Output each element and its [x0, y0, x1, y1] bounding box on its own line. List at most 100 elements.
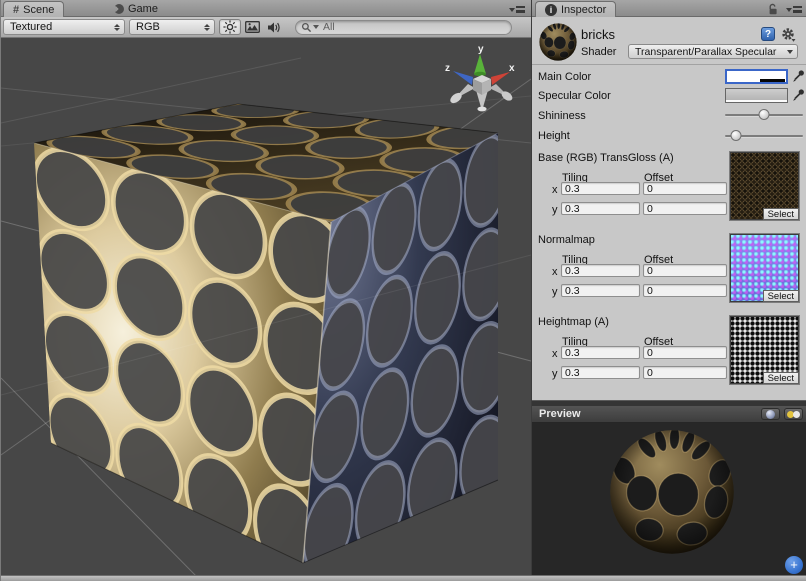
height-slider[interactable]	[725, 129, 803, 143]
scene-panel: # Scene Game Textured RGB	[1, 0, 531, 575]
offset-y-input[interactable]	[643, 202, 727, 215]
offset-y-input[interactable]	[643, 366, 727, 379]
material-name: bricks	[581, 27, 615, 42]
offset-y-input[interactable]	[643, 284, 727, 297]
sun-icon	[223, 20, 237, 34]
draw-mode-label: Textured	[10, 21, 108, 33]
y-axis-label: y	[552, 286, 558, 298]
scene-panel-menu-icon[interactable]	[509, 6, 525, 13]
shininess-label: Shininess	[538, 110, 586, 122]
main-color-swatch[interactable]	[725, 69, 788, 84]
y-axis-label: y	[552, 368, 558, 380]
tab-inspector[interactable]: i Inspector	[535, 1, 616, 17]
select-button[interactable]: Select	[763, 290, 799, 302]
tiling-y-input[interactable]	[561, 366, 640, 379]
inspector-menu-icon[interactable]	[786, 6, 802, 13]
white-light-icon	[793, 411, 800, 418]
map-section-heightmap: Heightmap (A) Tiling Offset x y Select	[532, 315, 806, 385]
axis-z-label: z	[445, 63, 450, 74]
unity-window: # Scene Game Textured RGB	[0, 0, 806, 581]
alpha-bar	[760, 79, 785, 83]
draw-mode-dropdown[interactable]: Textured	[3, 19, 125, 35]
scene-viewport[interactable]: y x z	[1, 38, 531, 575]
offset-x-input[interactable]	[643, 264, 727, 277]
main-color-label: Main Color	[538, 71, 591, 83]
y-axis-label: y	[552, 204, 558, 216]
info-icon: i	[545, 4, 557, 16]
search-filter-arrow-icon	[313, 25, 319, 29]
divider	[532, 64, 806, 65]
color-mode-label: RGB	[136, 21, 198, 33]
axis-y-cone[interactable]	[474, 54, 486, 74]
dropdown-arrows-icon	[114, 24, 120, 31]
tiling-y-input[interactable]	[561, 202, 640, 215]
shader-label: Shader	[581, 46, 616, 58]
material-preview-sphere[interactable]	[609, 429, 735, 555]
inspector-content: bricks Shader Transparent/Parallax Specu…	[532, 17, 806, 400]
lock-icon[interactable]	[767, 3, 779, 15]
select-button[interactable]: Select	[763, 208, 799, 220]
shader-dropdown[interactable]: Transparent/Parallax Specular	[628, 44, 798, 59]
textured-cube[interactable]	[32, 101, 522, 575]
material-sphere-icon	[539, 23, 577, 61]
map-title: Normalmap	[538, 234, 595, 246]
x-axis-label: x	[552, 348, 558, 360]
height-label: Height	[538, 130, 570, 142]
tab-game-label: Game	[128, 3, 158, 15]
specular-color-swatch[interactable]	[725, 88, 788, 103]
help-icon[interactable]: ?	[761, 27, 775, 41]
sphere-icon	[766, 410, 775, 419]
normalmap-texture-thumbnail[interactable]: Select	[729, 233, 800, 303]
heightmap-texture-thumbnail[interactable]: Select	[729, 315, 800, 385]
x-axis-label: x	[552, 184, 558, 196]
speaker-icon	[267, 21, 281, 34]
gear-icon[interactable]	[781, 27, 796, 42]
tab-scene[interactable]: # Scene	[3, 1, 64, 17]
preview-lighting-button[interactable]	[784, 408, 803, 420]
shininess-slider[interactable]	[725, 108, 803, 122]
select-button[interactable]: Select	[763, 372, 799, 384]
scene-lighting-button[interactable]	[219, 19, 241, 35]
map-title: Heightmap (A)	[538, 316, 609, 328]
game-icon	[114, 4, 124, 14]
inspector-panel: i Inspector bricks Shader Transparent/Pa…	[531, 0, 806, 575]
scene-fx-button[interactable]	[241, 19, 263, 35]
map-section-normalmap: Normalmap Tiling Offset x y Select	[532, 233, 806, 303]
preview-titlebar[interactable]: Preview	[532, 406, 806, 423]
map-title: Base (RGB) TransGloss (A)	[538, 152, 674, 164]
scene-tabbar: # Scene Game	[1, 0, 531, 17]
chevron-down-icon	[787, 50, 793, 54]
scene-search-input[interactable]: All	[295, 20, 512, 35]
color-mode-dropdown[interactable]: RGB	[129, 19, 215, 35]
axis-gizmo[interactable]: y x z	[445, 44, 515, 111]
map-section-base: Base (RGB) TransGloss (A) Tiling Offset …	[532, 151, 806, 221]
shininess-slider-handle[interactable]	[759, 109, 770, 120]
axis-x-label: x	[509, 63, 515, 74]
search-icon	[301, 22, 312, 33]
axis-z-cone[interactable]	[453, 71, 473, 85]
tab-scene-label: Scene	[23, 4, 54, 16]
tab-inspector-label: Inspector	[561, 4, 606, 16]
tiling-y-input[interactable]	[561, 284, 640, 297]
height-slider-handle[interactable]	[730, 130, 741, 141]
tiling-x-input[interactable]	[561, 346, 640, 359]
offset-x-input[interactable]	[643, 346, 727, 359]
tiling-x-input[interactable]	[561, 264, 640, 277]
eyedropper-icon[interactable]	[792, 88, 805, 102]
tab-game[interactable]: Game	[105, 1, 167, 17]
scene-toolbar: Textured RGB	[1, 17, 531, 38]
base-texture-thumbnail[interactable]: Select	[729, 151, 800, 221]
axis-x-cone[interactable]	[491, 72, 510, 85]
x-axis-label: x	[552, 266, 558, 278]
scene-audio-button[interactable]	[263, 19, 285, 35]
material-preview-area[interactable]: +	[532, 423, 806, 575]
specular-color-label: Specular Color	[538, 90, 611, 102]
alpha-bar	[726, 100, 787, 102]
axis-y-label: y	[478, 44, 484, 55]
eyedropper-icon[interactable]	[792, 69, 805, 83]
offset-x-input[interactable]	[643, 182, 727, 195]
tiling-x-input[interactable]	[561, 182, 640, 195]
add-button[interactable]: +	[785, 556, 803, 574]
preview-mesh-button[interactable]	[761, 408, 780, 420]
preview-title: Preview	[539, 408, 761, 420]
